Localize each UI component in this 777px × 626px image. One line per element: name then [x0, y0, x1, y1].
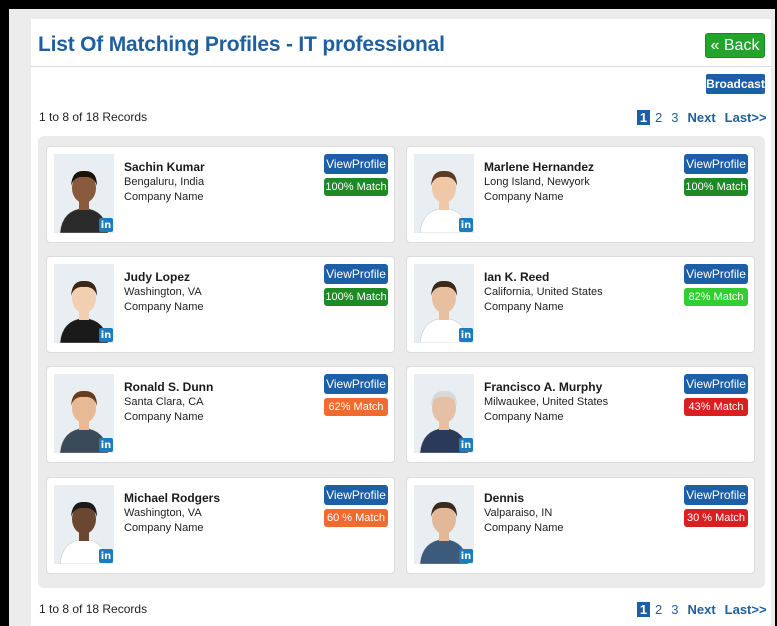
profile-name[interactable]: Sachin Kumar	[124, 160, 205, 174]
pagination-bottom: 1 2 3 Next Last>>	[637, 602, 767, 617]
page-2-link[interactable]: 2	[655, 602, 662, 617]
profile-photo[interactable]: in	[414, 485, 474, 564]
view-profile-button[interactable]: ViewProfile	[684, 485, 748, 505]
profile-location: Bengaluru, India	[124, 176, 205, 188]
match-badge: 62% Match	[324, 398, 388, 416]
profiles-grid: in Sachin Kumar Bengaluru, India Company…	[38, 136, 765, 588]
profile-company: Company Name	[124, 411, 204, 423]
profile-location: Milwaukee, United States	[484, 396, 609, 408]
profile-company: Company Name	[484, 301, 564, 313]
page-3-link[interactable]: 3	[671, 602, 678, 617]
profile-company: Company Name	[124, 522, 204, 534]
match-badge: 82% Match	[684, 288, 748, 306]
profile-card: in Michael Rodgers Washington, VA Compan…	[46, 477, 395, 574]
view-profile-button[interactable]: ViewProfile	[324, 374, 388, 394]
profile-card: in Judy Lopez Washington, VA Company Nam…	[46, 256, 395, 353]
profile-photo[interactable]: in	[54, 374, 114, 453]
profile-company: Company Name	[484, 191, 564, 203]
next-page-link[interactable]: Next	[687, 602, 715, 617]
profile-name[interactable]: Michael Rodgers	[124, 491, 220, 505]
profile-location: Long Island, Newyork	[484, 176, 590, 188]
profile-company: Company Name	[124, 301, 204, 313]
match-badge: 30 % Match	[684, 509, 748, 527]
profile-name[interactable]: Ian K. Reed	[484, 270, 549, 284]
records-count-bottom: 1 to 8 of 18 Records	[39, 602, 148, 616]
profile-location: Washington, VA	[124, 286, 202, 298]
profile-name[interactable]: Marlene Hernandez	[484, 160, 594, 174]
view-profile-button[interactable]: ViewProfile	[684, 374, 748, 394]
profile-card: in Ronald S. Dunn Santa Clara, CA Compan…	[46, 366, 395, 463]
profile-card: in Sachin Kumar Bengaluru, India Company…	[46, 146, 395, 243]
profile-name[interactable]: Judy Lopez	[124, 270, 190, 284]
profile-photo[interactable]: in	[54, 154, 114, 233]
last-page-link[interactable]: Last>>	[725, 602, 767, 617]
page-2-link[interactable]: 2	[655, 110, 662, 125]
profile-company: Company Name	[484, 522, 564, 534]
profile-photo[interactable]: in	[414, 264, 474, 343]
linkedin-icon[interactable]: in	[459, 438, 473, 452]
profile-photo[interactable]: in	[54, 485, 114, 564]
profile-company: Company Name	[124, 191, 204, 203]
match-badge: 100% Match	[324, 288, 388, 306]
records-count-top: 1 to 8 of 18 Records	[39, 110, 148, 124]
view-profile-button[interactable]: ViewProfile	[324, 485, 388, 505]
linkedin-icon[interactable]: in	[459, 328, 473, 342]
page-1-link[interactable]: 1	[637, 602, 650, 617]
next-page-link[interactable]: Next	[687, 110, 715, 125]
profile-card: in Ian K. Reed California, United States…	[406, 256, 755, 353]
profile-name[interactable]: Ronald S. Dunn	[124, 380, 213, 394]
profile-card: in Marlene Hernandez Long Island, Newyor…	[406, 146, 755, 243]
profile-card: in Francisco A. Murphy Milwaukee, United…	[406, 366, 755, 463]
page-title: List Of Matching Profiles - IT professio…	[38, 33, 445, 56]
broadcast-button[interactable]: Broadcast	[706, 74, 765, 94]
linkedin-icon[interactable]: in	[99, 328, 113, 342]
profile-name[interactable]: Francisco A. Murphy	[484, 380, 602, 394]
profile-photo[interactable]: in	[414, 374, 474, 453]
view-profile-button[interactable]: ViewProfile	[684, 154, 748, 174]
last-page-link[interactable]: Last>>	[725, 110, 767, 125]
page-3-link[interactable]: 3	[671, 110, 678, 125]
match-badge: 60 % Match	[324, 509, 388, 527]
linkedin-icon[interactable]: in	[459, 218, 473, 232]
profile-company: Company Name	[484, 411, 564, 423]
profile-name[interactable]: Dennis	[484, 491, 524, 505]
page-1-link[interactable]: 1	[637, 110, 650, 125]
back-button[interactable]: « Back	[705, 33, 765, 58]
profile-photo[interactable]: in	[54, 264, 114, 343]
linkedin-icon[interactable]: in	[459, 549, 473, 563]
profile-location: California, United States	[484, 286, 603, 298]
header-divider	[31, 66, 771, 67]
view-profile-button[interactable]: ViewProfile	[324, 154, 388, 174]
match-badge: 43% Match	[684, 398, 748, 416]
linkedin-icon[interactable]: in	[99, 549, 113, 563]
profile-photo[interactable]: in	[414, 154, 474, 233]
match-badge: 100% Match	[324, 178, 388, 196]
match-badge: 100% Match	[684, 178, 748, 196]
view-profile-button[interactable]: ViewProfile	[324, 264, 388, 284]
linkedin-icon[interactable]: in	[99, 218, 113, 232]
profile-location: Washington, VA	[124, 507, 202, 519]
pagination-top: 1 2 3 Next Last>>	[637, 110, 767, 125]
profile-location: Valparaiso, IN	[484, 507, 553, 519]
profile-card: in Dennis Valparaiso, IN Company Name Vi…	[406, 477, 755, 574]
linkedin-icon[interactable]: in	[99, 438, 113, 452]
profile-location: Santa Clara, CA	[124, 396, 204, 408]
view-profile-button[interactable]: ViewProfile	[684, 264, 748, 284]
